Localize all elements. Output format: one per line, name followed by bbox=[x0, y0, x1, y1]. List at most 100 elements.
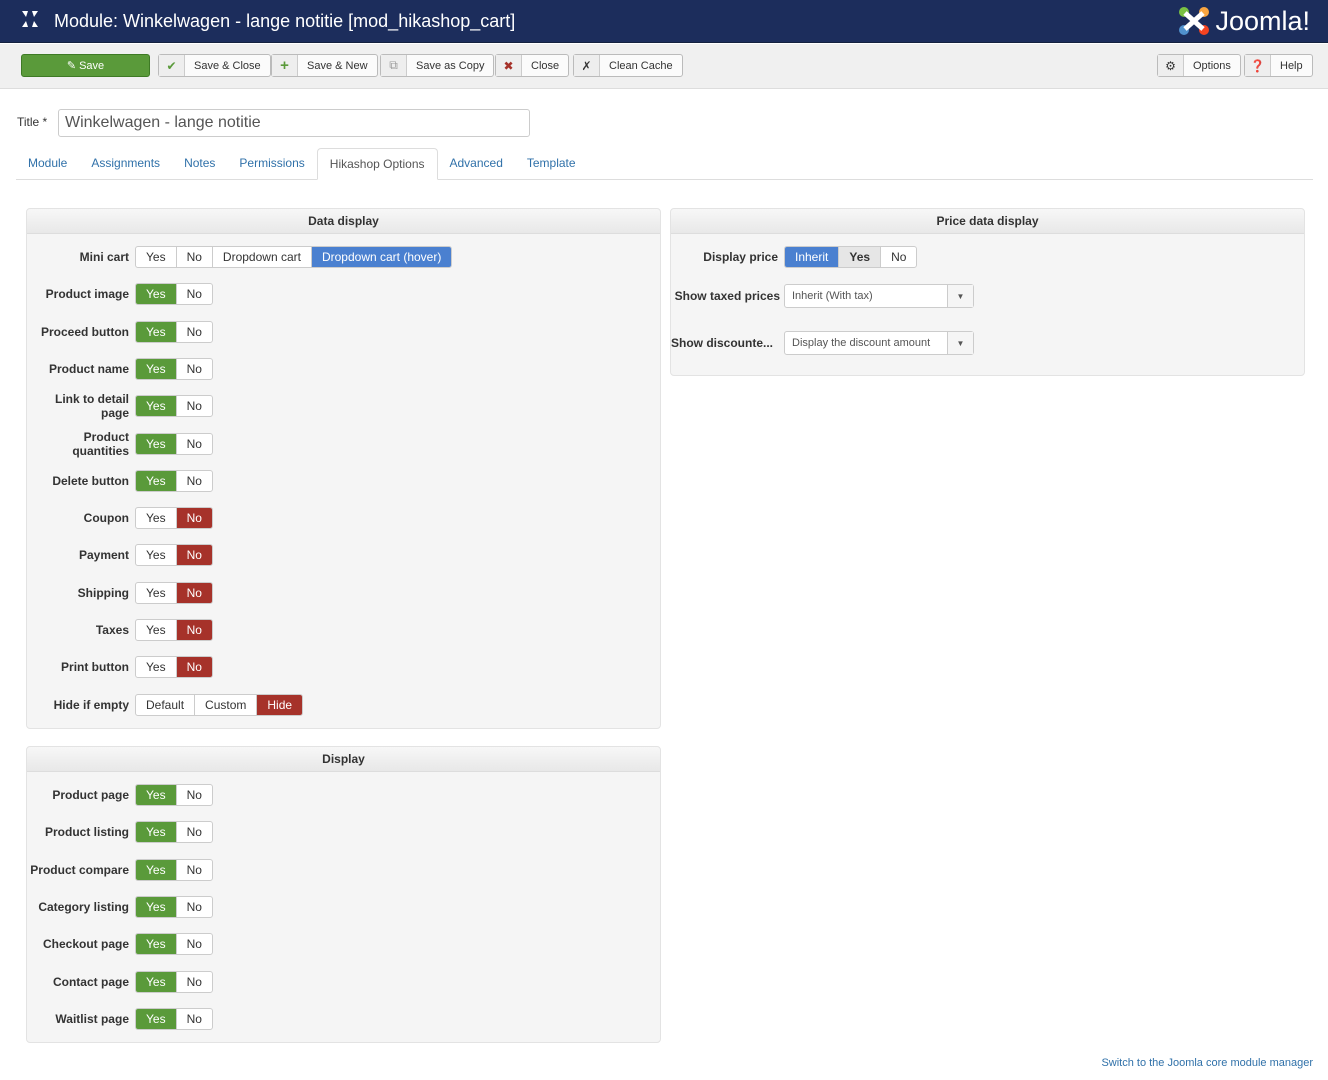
option-yes[interactable]: Yes bbox=[136, 971, 177, 992]
option-yes[interactable]: Yes bbox=[136, 470, 177, 491]
save-new-button[interactable]: + Save & New bbox=[271, 54, 378, 77]
option-no[interactable]: No bbox=[881, 247, 916, 267]
title-input[interactable] bbox=[58, 109, 530, 137]
mini-cart-toggle: Yes No Dropdown cart Dropdown cart (hover) bbox=[135, 246, 453, 268]
field-label: Product name bbox=[48, 361, 129, 376]
option-yes[interactable]: Yes bbox=[136, 358, 177, 379]
field-row-product-compare: Product compare Yes No bbox=[27, 858, 213, 881]
options-button[interactable]: ⚙ Options bbox=[1157, 54, 1241, 77]
product-listing-toggle: Yes No bbox=[135, 821, 213, 844]
option-no[interactable]: No bbox=[177, 284, 212, 304]
field-label: Proceed button bbox=[40, 324, 129, 339]
option-yes[interactable]: Yes bbox=[136, 433, 177, 454]
option-yes[interactable]: Yes bbox=[136, 896, 177, 917]
option-yes[interactable]: Yes bbox=[136, 657, 177, 678]
field-label: Link to detail page bbox=[54, 392, 129, 421]
category-listing-toggle: Yes No bbox=[135, 895, 213, 918]
option-no[interactable]: No bbox=[177, 972, 212, 992]
option-no[interactable]: No bbox=[177, 1009, 212, 1029]
field-label: Delete button bbox=[52, 473, 129, 488]
field-label: Payment bbox=[78, 548, 129, 563]
option-inherit[interactable]: Inherit bbox=[785, 247, 840, 267]
option-no[interactable]: No bbox=[177, 359, 212, 379]
option-dropdown-cart[interactable]: Dropdown cart bbox=[213, 247, 312, 267]
field-label: Hide if empty bbox=[53, 697, 129, 712]
option-dropdown-cart-hover[interactable]: Dropdown cart (hover) bbox=[311, 247, 452, 267]
option-no[interactable]: No bbox=[177, 471, 212, 491]
option-no[interactable]: No bbox=[177, 396, 212, 416]
field-row-link-to-detail-page: Link to detail page Yes No bbox=[27, 392, 213, 421]
field-label: Product listing bbox=[45, 825, 129, 840]
option-yes[interactable]: Yes bbox=[136, 396, 177, 417]
field-row-product-image: Product image Yes No bbox=[27, 283, 213, 306]
option-no[interactable]: No bbox=[176, 508, 212, 529]
option-yes[interactable]: Yes bbox=[136, 582, 177, 603]
option-yes[interactable]: Yes bbox=[839, 247, 882, 267]
option-hide[interactable]: Hide bbox=[257, 694, 303, 715]
hide-if-empty-toggle: Default Custom Hide bbox=[135, 693, 304, 716]
option-yes[interactable]: Yes bbox=[136, 284, 177, 305]
tab-template[interactable]: Template bbox=[515, 148, 588, 180]
option-yes[interactable]: Yes bbox=[136, 508, 177, 529]
option-no[interactable]: No bbox=[177, 322, 212, 342]
taxed-prices-select[interactable]: Inherit (With tax) ▼ bbox=[784, 284, 974, 308]
close-button[interactable]: ✖ Close bbox=[495, 54, 570, 77]
tab-notes[interactable]: Notes bbox=[172, 148, 227, 180]
option-no[interactable]: No bbox=[177, 434, 212, 454]
field-label: Waitlist page bbox=[55, 1011, 129, 1026]
tab-module[interactable]: Module bbox=[16, 148, 79, 180]
option-no[interactable]: No bbox=[176, 545, 212, 566]
core-module-manager-link[interactable]: Switch to the Joomla core module manager bbox=[1101, 1057, 1313, 1069]
option-yes[interactable]: Yes bbox=[136, 859, 177, 880]
option-no[interactable]: No bbox=[177, 822, 212, 842]
field-label: Print button bbox=[61, 660, 129, 675]
option-yes[interactable]: Yes bbox=[136, 545, 177, 566]
field-label: Product page bbox=[52, 788, 129, 802]
contact-page-toggle: Yes No bbox=[135, 970, 213, 993]
option-yes[interactable]: Yes bbox=[136, 785, 177, 805]
option-no[interactable]: No bbox=[176, 582, 212, 603]
option-no[interactable]: No bbox=[177, 934, 212, 954]
field-row-checkout-page: Checkout page Yes No bbox=[27, 933, 213, 956]
save-copy-button[interactable]: ⧉ Save as Copy bbox=[380, 54, 495, 77]
option-no[interactable]: No bbox=[176, 657, 212, 678]
option-default[interactable]: Default bbox=[136, 694, 196, 715]
product-quantities-toggle: Yes No bbox=[135, 432, 213, 455]
save-button[interactable]: ✎ Save bbox=[21, 54, 150, 77]
option-no[interactable]: No bbox=[177, 247, 213, 267]
product-name-toggle: Yes No bbox=[135, 357, 213, 380]
gear-icon: ⚙ bbox=[1158, 55, 1184, 76]
close-icon: ✖ bbox=[496, 55, 522, 76]
option-yes[interactable]: Yes bbox=[136, 934, 177, 955]
shipping-toggle: Yes No bbox=[135, 581, 213, 604]
option-no[interactable]: No bbox=[177, 785, 212, 805]
option-no[interactable]: No bbox=[176, 620, 212, 640]
option-no[interactable]: No bbox=[177, 860, 212, 880]
clean-cache-button[interactable]: ✗ Clean Cache bbox=[573, 54, 683, 77]
field-label: Show taxed prices bbox=[674, 289, 780, 303]
option-yes[interactable]: Yes bbox=[136, 1008, 177, 1029]
field-row-product-listing: Product listing Yes No bbox=[27, 821, 213, 844]
option-yes[interactable]: Yes bbox=[136, 321, 177, 342]
field-row-hide-if-empty: Hide if empty Default Custom Hide bbox=[27, 693, 304, 716]
tab-advanced[interactable]: Advanced bbox=[438, 148, 515, 180]
save-close-button[interactable]: ✔ Save & Close bbox=[158, 54, 271, 77]
tab-permissions[interactable]: Permissions bbox=[227, 148, 316, 180]
edit-icon: ✎ bbox=[66, 60, 80, 72]
module-icon bbox=[22, 11, 38, 27]
panel-heading: Price data display bbox=[671, 209, 1304, 234]
tab-assignments[interactable]: Assignments bbox=[79, 148, 172, 180]
option-yes[interactable]: Yes bbox=[136, 247, 177, 267]
field-label: Coupon bbox=[83, 511, 129, 526]
discount-select[interactable]: Display the discount amount ▼ bbox=[784, 331, 974, 355]
option-yes[interactable]: Yes bbox=[136, 620, 177, 640]
tab-hikashop-options[interactable]: Hikashop Options bbox=[316, 148, 438, 180]
option-no[interactable]: No bbox=[177, 897, 212, 917]
field-label: Category listing bbox=[38, 899, 129, 914]
option-yes[interactable]: Yes bbox=[136, 822, 177, 843]
waitlist-page-toggle: Yes No bbox=[135, 1007, 213, 1030]
help-button[interactable]: ❓ Help bbox=[1244, 54, 1313, 77]
price-data-display-panel: Price data display Display price Inherit… bbox=[670, 208, 1305, 376]
field-label: Display price bbox=[703, 250, 778, 264]
option-custom[interactable]: Custom bbox=[195, 694, 258, 715]
